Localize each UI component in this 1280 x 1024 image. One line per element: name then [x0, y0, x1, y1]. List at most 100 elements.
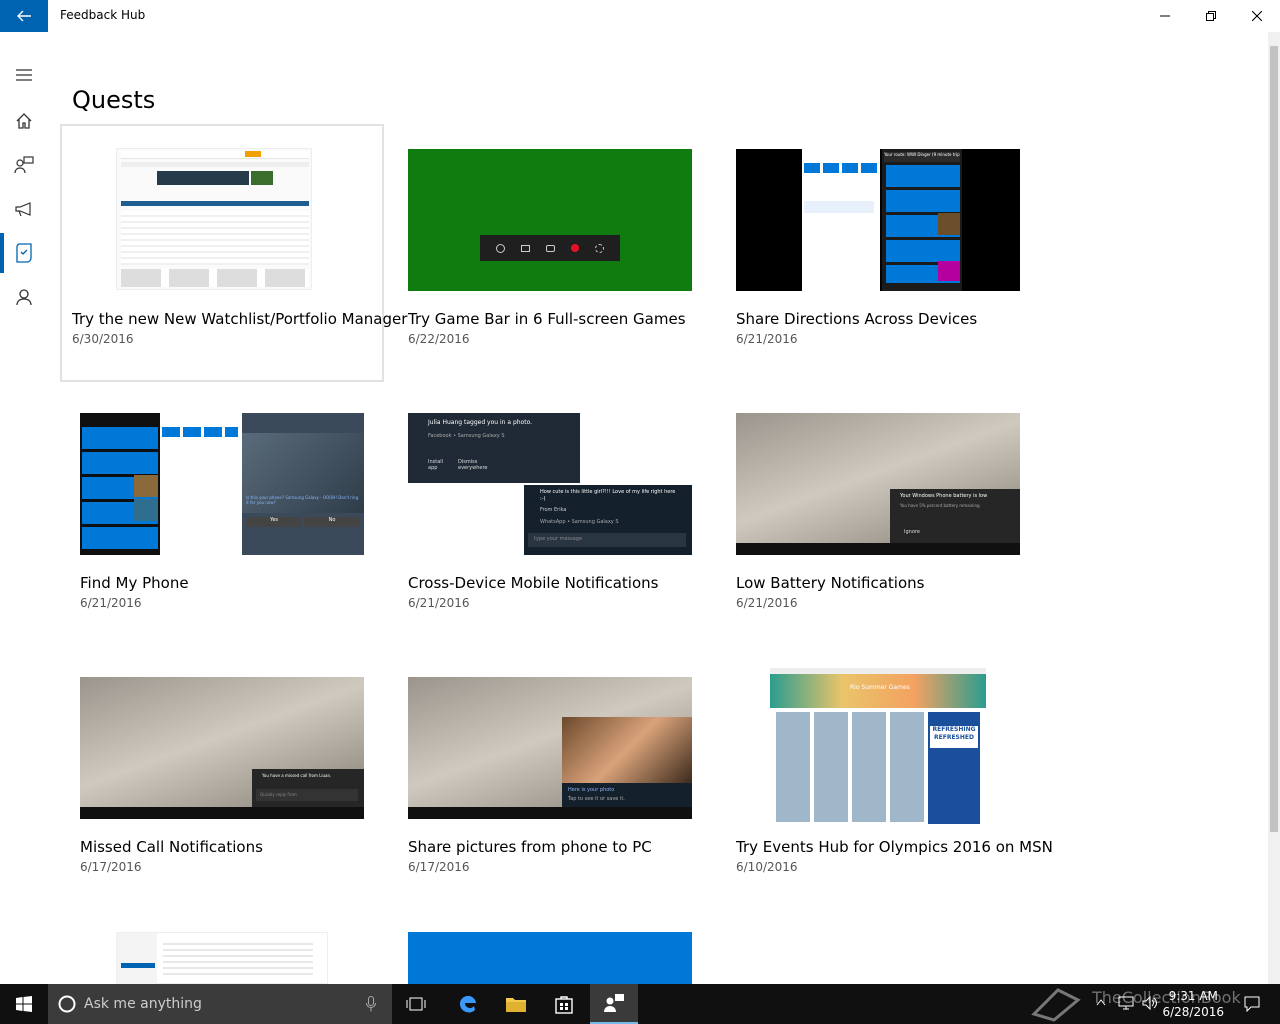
clock[interactable]: 9:31 AM 6/28/2016 — [1162, 988, 1224, 1020]
microphone-icon[interactable] — [366, 996, 376, 1012]
clock-date: 6/28/2016 — [1162, 1005, 1224, 1019]
minimize-button[interactable] — [1142, 0, 1188, 32]
chevron-up-icon[interactable] — [1096, 998, 1106, 1006]
quest-title: Try Events Hub for Olympics 2016 on MSN — [736, 838, 1053, 856]
missed-call-toast: You have a missed call from Liuan. Quick… — [252, 769, 364, 807]
quest-title: Cross-Device Mobile Notifications — [408, 574, 659, 592]
quest-card[interactable]: Try the new New Watchlist/Portfolio Mana… — [60, 124, 407, 382]
title-bar: Feedback Hub — [0, 0, 1280, 32]
quests-content: Quests Try the new New Watchlist/Portfol… — [48, 32, 1268, 984]
back-button[interactable] — [0, 0, 48, 32]
quest-card[interactable]: Try Game Bar in 6 Full-screen Games 6/22… — [388, 124, 712, 382]
game-bar — [480, 235, 620, 261]
restore-button[interactable] — [1188, 0, 1234, 32]
action-center-icon[interactable] — [1244, 996, 1260, 1012]
taskbar-store[interactable] — [540, 984, 588, 1024]
close-button[interactable] — [1234, 0, 1280, 32]
quest-title: Try Game Bar in 6 Full-screen Games — [408, 310, 686, 328]
quest-card[interactable]: Here is your photo Tap to see it or save… — [388, 652, 712, 910]
windows-logo-icon — [16, 996, 32, 1012]
quest-card[interactable]: Your Windows Phone battery is low You ha… — [716, 388, 1040, 646]
feedback-icon — [14, 156, 34, 174]
quest-card[interactable]: Rio Summer Games REFRESHING REFRESHED Tr… — [716, 652, 1053, 910]
quest-date: 6/21/2016 — [736, 332, 798, 346]
hamburger-icon — [16, 69, 32, 81]
quest-thumbnail — [408, 149, 692, 291]
hamburger-menu-button[interactable] — [0, 53, 48, 97]
scroll-thumb[interactable] — [1270, 46, 1278, 832]
quest-date: 6/21/2016 — [408, 596, 470, 610]
quest-card-partial[interactable] — [408, 932, 692, 984]
quest-date: 6/17/2016 — [80, 860, 142, 874]
yes-button: Yes — [246, 517, 302, 527]
quest-thumbnail: You have a missed call from Liuan. Quick… — [80, 677, 364, 819]
quest-date: 6/30/2016 — [72, 332, 134, 346]
quest-date: 6/21/2016 — [736, 596, 798, 610]
page-title: Quests — [72, 86, 156, 114]
quest-card[interactable]: Your route: WWI Dinger (9 minute trip) S… — [716, 124, 1040, 382]
edge-icon — [459, 995, 476, 1013]
nav-announcements[interactable] — [0, 187, 48, 231]
folder-icon — [506, 998, 526, 1012]
megaphone-icon — [15, 202, 31, 217]
battery-toast: Your Windows Phone battery is low You ha… — [890, 489, 1020, 543]
taskbar: Ask me anything TheCollectionBook 9:31 A… — [0, 984, 1280, 1024]
nav-home[interactable] — [0, 99, 48, 143]
olympics-banner: Rio Summer Games — [770, 674, 986, 708]
nav-profile[interactable] — [0, 275, 48, 319]
soda-ad: REFRESHING REFRESHED — [928, 712, 980, 824]
taskbar-feedback-hub[interactable] — [590, 984, 638, 1024]
home-icon — [16, 113, 32, 129]
vertical-scrollbar[interactable] — [1268, 32, 1280, 984]
photo-toast: Here is your photo Tap to see it or save… — [562, 717, 692, 807]
quest-title: Find My Phone — [80, 574, 189, 592]
nav-sidebar — [0, 32, 48, 984]
find-phone-prompt: Is this your phone? Samsung Galaxy - OOO… — [246, 495, 359, 505]
quest-card-partial[interactable] — [116, 932, 328, 984]
search-placeholder: Ask me anything — [84, 996, 202, 1012]
no-button: No — [304, 517, 360, 527]
store-bag-icon — [555, 996, 573, 1014]
quest-date: 6/10/2016 — [736, 860, 798, 874]
start-button[interactable] — [0, 984, 48, 1024]
cortana-banner: Your route: WWI Dinger (9 minute trip) — [884, 152, 960, 162]
back-arrow-icon — [17, 10, 31, 22]
quest-card[interactable]: Julia Huang tagged you in a photo. Faceb… — [388, 388, 712, 646]
quest-date: 6/21/2016 — [80, 596, 142, 610]
quest-card[interactable]: You have a missed call from Liuan. Quick… — [60, 652, 384, 910]
cortana-circle-icon — [58, 995, 76, 1013]
taskbar-file-explorer[interactable] — [492, 984, 540, 1024]
quest-thumbnail: Julia Huang tagged you in a photo. Faceb… — [408, 413, 692, 555]
quest-title: Share pictures from phone to PC — [408, 838, 652, 856]
quest-title: Missed Call Notifications — [80, 838, 263, 856]
taskbar-edge[interactable] — [444, 984, 492, 1024]
cortana-search-box[interactable]: Ask me anything — [48, 984, 392, 1024]
feedback-hub-icon — [604, 994, 624, 1012]
quest-thumbnail: Your Windows Phone battery is low You ha… — [736, 413, 1020, 555]
quest-thumbnail: Here is your photo Tap to see it or save… — [408, 677, 692, 819]
quest-title: Share Directions Across Devices — [736, 310, 978, 328]
quest-thumbnail: Rio Summer Games REFRESHING REFRESHED — [770, 668, 986, 828]
volume-icon[interactable] — [1142, 996, 1158, 1010]
quest-title: Low Battery Notifications — [736, 574, 925, 592]
quest-date: 6/22/2016 — [408, 332, 470, 346]
minimize-icon — [1160, 15, 1170, 17]
nav-feedback[interactable] — [0, 143, 48, 187]
quest-thumbnail: Is this your phone? Samsung Galaxy - OOO… — [80, 413, 364, 555]
toast-tag: Julia Huang tagged you in a photo. Faceb… — [408, 413, 580, 483]
network-icon[interactable] — [1118, 996, 1134, 1010]
app-title: Feedback Hub — [60, 8, 146, 22]
quest-thumbnail: Your route: WWI Dinger (9 minute trip) — [736, 149, 1020, 291]
task-view-button[interactable] — [392, 984, 440, 1024]
task-view-icon — [406, 997, 426, 1011]
restore-icon — [1206, 11, 1216, 21]
toast-message: How cute is this little girl?!!! Love of… — [524, 485, 692, 555]
person-icon — [16, 289, 32, 306]
clock-time: 9:31 AM — [1168, 989, 1218, 1003]
nav-quests[interactable] — [0, 231, 48, 275]
quest-title: Try the new New Watchlist/Portfolio Mana… — [72, 310, 408, 328]
quest-thumbnail — [80, 148, 364, 290]
book-watermark-icon — [1031, 988, 1081, 1022]
quest-card[interactable]: Is this your phone? Samsung Galaxy - OOO… — [60, 388, 384, 646]
close-icon — [1252, 11, 1262, 21]
